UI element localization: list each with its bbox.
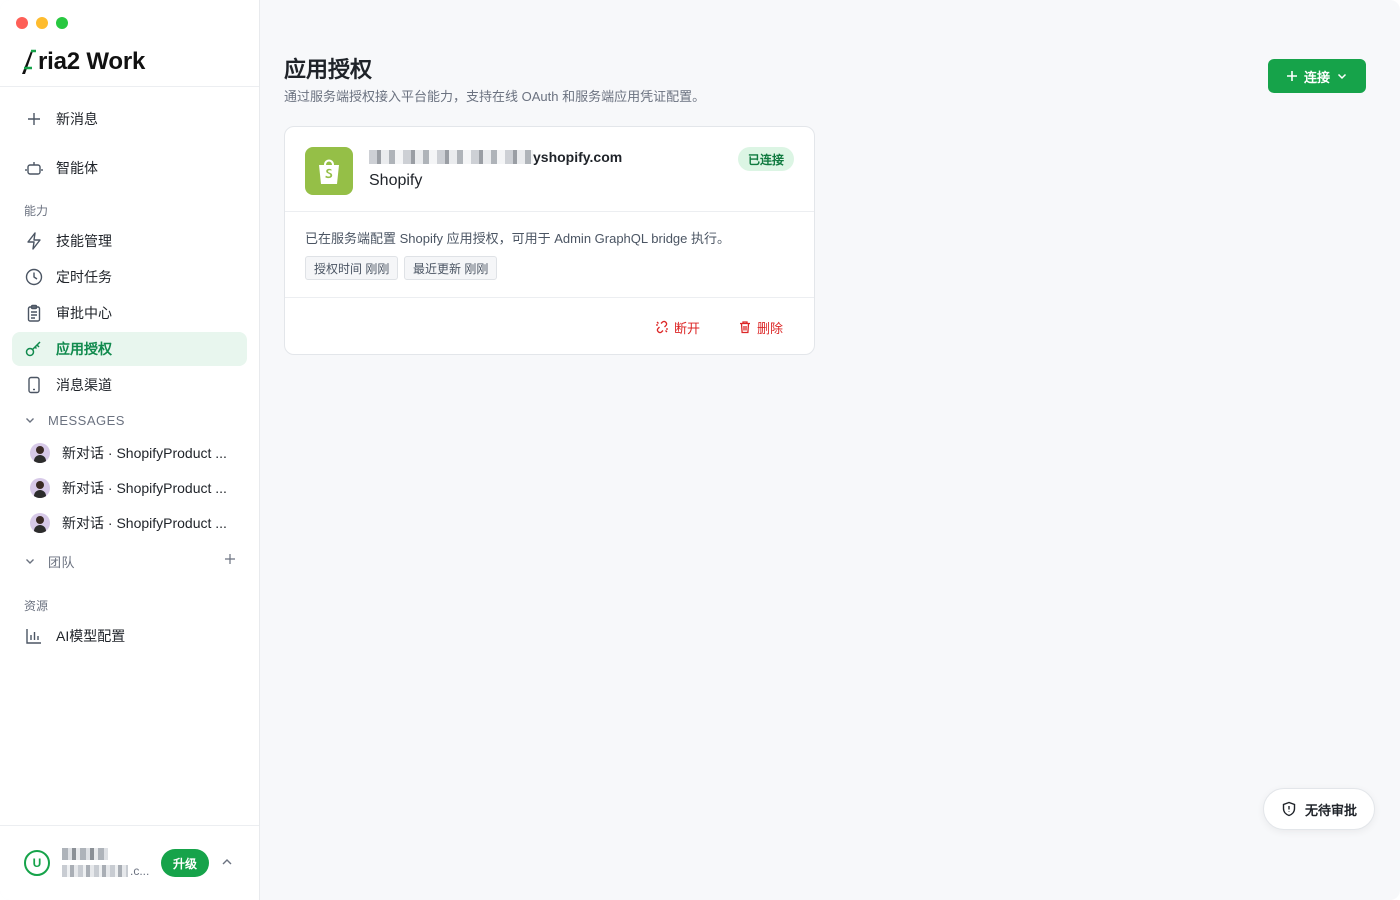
close-window-button[interactable] [16, 17, 28, 29]
status-badge: 已连接 [738, 147, 795, 171]
avatar [30, 443, 50, 463]
sidebar-item-label: 定时任务 [56, 269, 112, 285]
sidebar-item-label: 应用授权 [56, 341, 112, 357]
sidebar-item-ai-model-config[interactable]: AI模型配置 [12, 619, 247, 653]
sidebar-item-label: 技能管理 [56, 233, 112, 249]
add-team-icon[interactable] [224, 552, 236, 570]
avatar [30, 513, 50, 533]
last-updated-tag: 最近更新 刚刚 [404, 256, 498, 280]
user-avatar[interactable]: U [24, 850, 50, 876]
store-domain-redacted [369, 150, 533, 164]
sidebar-item-app-authorization[interactable]: 应用授权 [12, 332, 247, 366]
sidebar-item-approval-center[interactable]: 审批中心 [12, 296, 247, 330]
sidebar-item-label: 审批中心 [56, 305, 112, 321]
clipboard-icon [24, 303, 44, 323]
divider [0, 86, 259, 87]
user-email: .c... [62, 864, 154, 878]
shield-icon [1282, 801, 1296, 817]
app-name: Shopify [369, 172, 423, 189]
divider [0, 825, 259, 826]
connect-button[interactable]: 连接 [1268, 59, 1366, 93]
app-window: ria2 Work 新消息 智能体 能力 技能管理 定时任务 审批中心 应用授权… [0, 0, 1400, 900]
trash-icon [740, 321, 750, 334]
team-group-label: 团队 [48, 554, 76, 570]
shopping-bag-icon [319, 159, 339, 184]
robot-icon [24, 158, 44, 178]
window-controls [16, 17, 68, 29]
message-title: 新对话 · ShopifyProduct ... [62, 445, 227, 461]
message-title: 新对话 · ShopifyProduct ... [62, 515, 227, 531]
team-group-toggle[interactable]: 团队 [24, 549, 236, 573]
user-email-suffix: .c... [130, 864, 150, 878]
sidebar-item-label: 消息渠道 [56, 377, 112, 393]
messages-group-toggle[interactable]: MESSAGES [24, 408, 236, 432]
section-label-capabilities: 能力 [24, 204, 49, 218]
messages-group-label: MESSAGES [48, 412, 125, 428]
brand-mark-icon [22, 49, 36, 74]
sidebar-item-label: AI模型配置 [56, 628, 126, 644]
plus-icon [24, 109, 44, 129]
disconnect-label: 断开 [674, 320, 701, 336]
unlink-icon [656, 320, 668, 334]
approval-button-label: 无待审批 [1304, 802, 1357, 818]
card-description: 已在服务端配置 Shopify 应用授权，可用于 Admin GraphQL b… [305, 231, 731, 246]
sidebar-item-message-channels[interactable]: 消息渠道 [12, 368, 247, 402]
delete-button[interactable]: 删除 [738, 316, 783, 338]
avatar [30, 478, 50, 498]
phone-icon [24, 375, 44, 395]
delete-label: 删除 [757, 320, 784, 336]
no-pending-approvals-button[interactable]: 无待审批 [1263, 788, 1375, 830]
chevron-down-icon [24, 414, 40, 426]
store-domain: yshopify.com [369, 149, 622, 165]
user-email-redacted [62, 865, 128, 877]
list-item[interactable]: 新对话 · ShopifyProduct ... [30, 438, 240, 468]
clock-icon [24, 267, 44, 287]
key-icon [24, 339, 44, 359]
sidebar-item-scheduled-tasks[interactable]: 定时任务 [12, 260, 247, 294]
sidebar-item-skills[interactable]: 技能管理 [12, 224, 247, 258]
plus-icon [1286, 71, 1297, 81]
sidebar-item-label: 智能体 [56, 160, 98, 176]
main-content: 应用授权 通过服务端授权接入平台能力，支持在线 OAuth 和服务端应用凭证配置… [260, 0, 1400, 900]
divider [285, 297, 814, 298]
bar-chart-icon [24, 626, 44, 646]
page-title: 应用授权 [284, 57, 373, 82]
disconnect-button[interactable]: 断开 [655, 316, 700, 338]
divider [285, 211, 814, 212]
lightning-icon [24, 231, 44, 251]
new-message-button[interactable]: 新消息 [12, 102, 247, 136]
authorized-time-tag: 授权时间 刚刚 [305, 256, 399, 280]
chevron-down-icon [1337, 73, 1347, 80]
store-domain-suffix: yshopify.com [533, 149, 623, 165]
upgrade-button[interactable]: 升级 [161, 849, 209, 877]
sidebar: ria2 Work 新消息 智能体 能力 技能管理 定时任务 审批中心 应用授权… [0, 0, 260, 900]
list-item[interactable]: 新对话 · ShopifyProduct ... [30, 508, 240, 538]
section-label-resources: 资源 [24, 599, 49, 613]
user-name-redacted [62, 848, 108, 860]
chevron-down-icon [24, 555, 40, 567]
integration-card: yshopify.com Shopify 已连接 已在服务端配置 Shopify… [284, 126, 815, 355]
connect-button-label: 连接 [1303, 69, 1330, 85]
message-title: 新对话 · ShopifyProduct ... [62, 480, 227, 496]
brand-logo[interactable]: ria2 Work [20, 48, 145, 76]
page-description: 通过服务端授权接入平台能力，支持在线 OAuth 和服务端应用凭证配置。 [284, 89, 706, 104]
new-message-label: 新消息 [56, 111, 98, 127]
chevron-up-icon[interactable] [219, 854, 235, 870]
maximize-window-button[interactable] [56, 17, 68, 29]
minimize-window-button[interactable] [36, 17, 48, 29]
sidebar-item-agent[interactable]: 智能体 [12, 151, 247, 185]
list-item[interactable]: 新对话 · ShopifyProduct ... [30, 473, 240, 503]
brand-name: ria2 Work [38, 48, 146, 75]
shopify-logo [305, 147, 353, 195]
